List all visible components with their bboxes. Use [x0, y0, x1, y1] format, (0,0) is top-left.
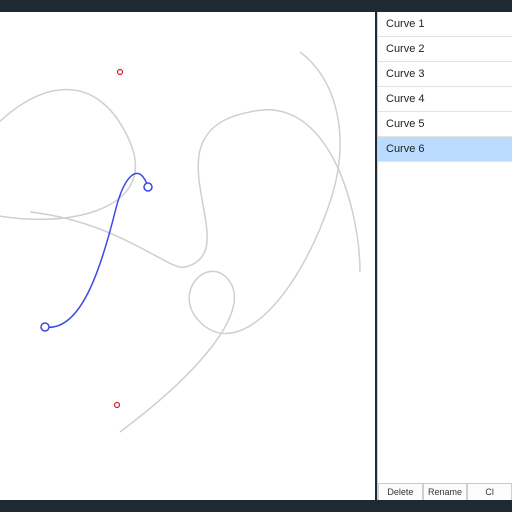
side-panel: Curve 1Curve 2Curve 3Curve 4Curve 5Curve…: [377, 12, 512, 500]
active-curve[interactable]: [45, 173, 148, 327]
curve-list-item[interactable]: Curve 3: [378, 62, 512, 87]
control-point-handle[interactable]: [118, 70, 123, 75]
inactive-curve[interactable]: [0, 90, 135, 220]
control-point-handle[interactable]: [115, 403, 120, 408]
curve-list-item[interactable]: Curve 1: [378, 12, 512, 37]
curve-canvas[interactable]: [0, 12, 375, 500]
curve-list-item[interactable]: Curve 6: [378, 137, 512, 162]
curve-list[interactable]: Curve 1Curve 2Curve 3Curve 4Curve 5Curve…: [377, 12, 512, 483]
inactive-curve[interactable]: [120, 52, 340, 432]
inactive-curve[interactable]: [30, 110, 360, 272]
clear-button[interactable]: Cl: [467, 484, 512, 500]
curve-list-item[interactable]: Curve 5: [378, 112, 512, 137]
rename-button[interactable]: Rename: [423, 484, 468, 500]
curve-list-item[interactable]: Curve 2: [378, 37, 512, 62]
active-endpoints[interactable]: [41, 183, 152, 331]
button-bar: Delete Rename Cl: [377, 483, 512, 500]
canvas-pane[interactable]: [0, 12, 377, 500]
app-frame: Curve 1Curve 2Curve 3Curve 4Curve 5Curve…: [0, 12, 512, 500]
inactive-curves: [0, 52, 360, 432]
endpoint-handle[interactable]: [41, 323, 49, 331]
delete-button[interactable]: Delete: [378, 484, 423, 500]
curve-list-item[interactable]: Curve 4: [378, 87, 512, 112]
endpoint-handle[interactable]: [144, 183, 152, 191]
